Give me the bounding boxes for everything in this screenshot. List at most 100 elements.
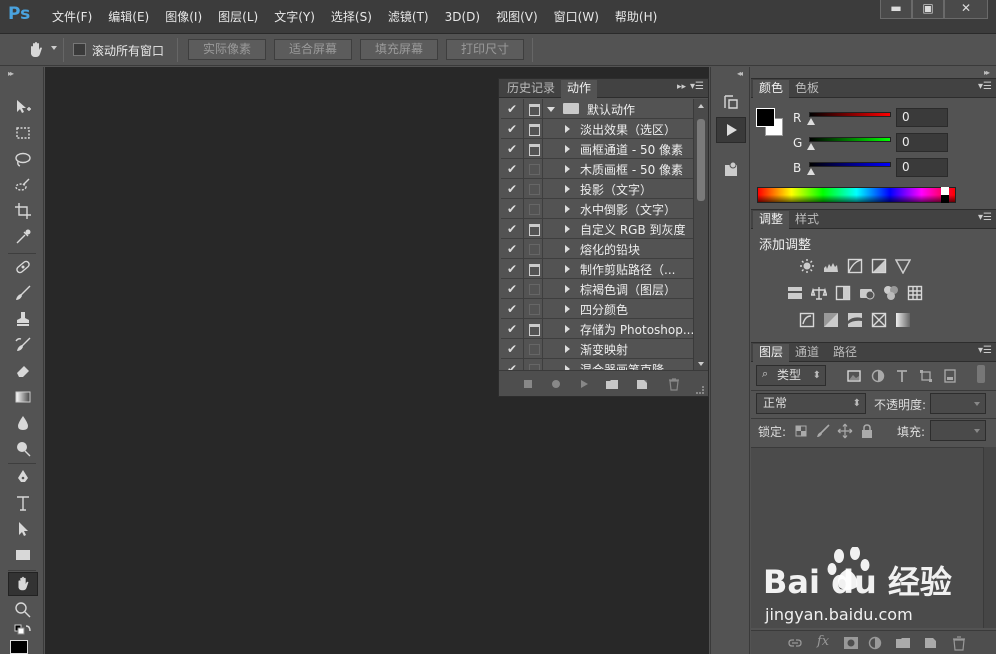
type-tool-icon[interactable] (8, 491, 38, 515)
toggle-check-icon[interactable]: ✔ (504, 161, 520, 177)
action-row[interactable]: ✔ 制作剪贴路径（... (501, 259, 693, 279)
action-row[interactable]: ✔ 水中倒影（文字） (501, 199, 693, 219)
layer-mask-icon[interactable] (843, 635, 859, 651)
play-icon[interactable] (577, 377, 591, 391)
layers-scrollbar[interactable] (983, 447, 996, 628)
action-row[interactable]: ✔ 四分颜色 (501, 299, 693, 319)
dialog-toggle-icon[interactable] (523, 259, 543, 279)
path-select-tool-icon[interactable] (8, 517, 38, 541)
scroll-down-icon[interactable] (698, 362, 704, 366)
dialog-toggle-icon[interactable] (523, 339, 543, 359)
vibrance-icon[interactable] (894, 258, 912, 275)
expand-triangle-icon[interactable] (565, 145, 570, 153)
expand-dock-icon[interactable]: ◂◂ (737, 69, 743, 78)
lasso-tool-icon[interactable] (8, 147, 38, 171)
tab-channels[interactable]: 通道 (789, 344, 825, 362)
tab-color[interactable]: 颜色 (753, 80, 790, 98)
action-row[interactable]: ✔ 渐变映射 (501, 339, 693, 359)
red-value-field[interactable]: 0 (896, 108, 948, 127)
filter-toggle-switch[interactable] (977, 365, 985, 383)
dialog-toggle-icon[interactable] (523, 139, 543, 159)
fill-screen-button[interactable]: 填充屏幕 (360, 39, 438, 60)
toggle-check-icon[interactable]: ✔ (504, 121, 520, 137)
toggle-check-icon[interactable]: ✔ (504, 281, 520, 297)
dialog-toggle-icon[interactable] (523, 159, 543, 179)
collapse-panel-icon[interactable]: ▸▸ (677, 82, 686, 92)
toggle-check-icon[interactable]: ✔ (504, 341, 520, 357)
dialog-toggle-icon[interactable] (523, 319, 543, 339)
expand-triangle-icon[interactable] (565, 345, 570, 353)
action-row[interactable]: ✔ 投影（文字） (501, 179, 693, 199)
expand-triangle-icon[interactable] (565, 325, 570, 333)
healing-brush-tool-icon[interactable] (8, 255, 38, 279)
stop-icon[interactable] (521, 377, 535, 391)
blue-slider[interactable] (809, 162, 891, 167)
tab-layers[interactable]: 图层 (753, 344, 790, 362)
close-button[interactable]: ✕ (944, 0, 988, 19)
expand-triangle-icon[interactable] (565, 205, 570, 213)
history-panel-icon[interactable] (716, 89, 746, 115)
delete-layer-icon[interactable] (951, 635, 967, 651)
link-layers-icon[interactable] (787, 635, 803, 651)
default-colors-icon[interactable] (8, 622, 38, 636)
expand-triangle-icon[interactable] (565, 245, 570, 253)
dialog-toggle-icon[interactable] (523, 199, 543, 219)
eyedropper-tool-icon[interactable] (8, 225, 38, 249)
action-row[interactable]: ✔ 棕褐色调（图层） (501, 279, 693, 299)
menu-type[interactable]: 文字(Y) (266, 0, 323, 34)
expand-triangle-icon[interactable] (565, 165, 570, 173)
toggle-check-icon[interactable]: ✔ (504, 321, 520, 337)
action-row[interactable]: ✔ 存储为 Photoshop... (501, 319, 693, 339)
action-row[interactable]: ✔ 淡出效果（选区） (501, 119, 693, 139)
panel-menu-icon[interactable]: ▾☰ (978, 212, 992, 223)
expand-triangle-icon[interactable] (565, 185, 570, 193)
expand-triangle-icon[interactable] (565, 305, 570, 313)
red-slider[interactable] (809, 112, 891, 117)
menu-window[interactable]: 窗口(W) (546, 0, 607, 34)
toggle-check-icon[interactable]: ✔ (504, 181, 520, 197)
eraser-tool-icon[interactable] (8, 359, 38, 383)
menu-file[interactable]: 文件(F) (44, 0, 100, 34)
delete-icon[interactable] (667, 377, 681, 391)
menu-view[interactable]: 视图(V) (488, 0, 546, 34)
new-group-icon[interactable] (895, 635, 911, 651)
color-lookup-icon[interactable] (907, 285, 923, 301)
slider-thumb[interactable] (807, 118, 815, 125)
hand-icon[interactable] (26, 40, 46, 60)
dodge-tool-icon[interactable] (8, 437, 38, 461)
hand-tool-icon[interactable] (8, 572, 38, 596)
expand-triangle-icon[interactable] (547, 107, 555, 112)
lock-position-icon[interactable] (837, 423, 853, 439)
actions-scrollbar[interactable] (693, 99, 708, 371)
gradient-map-icon[interactable] (871, 312, 887, 328)
print-size-button[interactable]: 打印尺寸 (446, 39, 524, 60)
pen-tool-icon[interactable] (8, 465, 38, 489)
hue-saturation-icon[interactable] (787, 285, 803, 301)
lock-all-icon[interactable] (859, 423, 875, 439)
invert-icon[interactable] (799, 312, 815, 328)
new-adjustment-layer-icon[interactable] (867, 635, 883, 651)
toggle-check-icon[interactable]: ✔ (504, 101, 520, 117)
levels-icon[interactable] (823, 258, 839, 274)
action-row[interactable]: ✔ 熔化的铅块 (501, 239, 693, 259)
menu-filter[interactable]: 滤镜(T) (380, 0, 437, 34)
marquee-tool-icon[interactable] (8, 121, 38, 145)
filter-smart-object-icon[interactable] (942, 368, 958, 384)
blue-value-field[interactable]: 0 (896, 158, 948, 177)
history-brush-tool-icon[interactable] (8, 333, 38, 357)
dialog-toggle-icon[interactable] (523, 279, 543, 299)
quick-select-tool-icon[interactable] (8, 173, 38, 197)
slider-thumb[interactable] (807, 143, 815, 150)
tab-paths[interactable]: 路径 (827, 344, 863, 362)
toggle-check-icon[interactable]: ✔ (504, 241, 520, 257)
record-icon[interactable] (549, 377, 563, 391)
scrollbar-thumb[interactable] (697, 119, 705, 201)
action-set-row[interactable]: ✔ 默认动作 (501, 99, 693, 119)
filter-pixel-icon[interactable] (846, 368, 862, 384)
dialog-toggle-icon[interactable] (523, 299, 543, 319)
menu-select[interactable]: 选择(S) (323, 0, 380, 34)
expand-triangle-icon[interactable] (565, 125, 570, 133)
color-spectrum-bar[interactable] (757, 187, 956, 203)
zoom-tool-icon[interactable] (8, 598, 38, 622)
filter-type-icon[interactable] (894, 368, 910, 384)
